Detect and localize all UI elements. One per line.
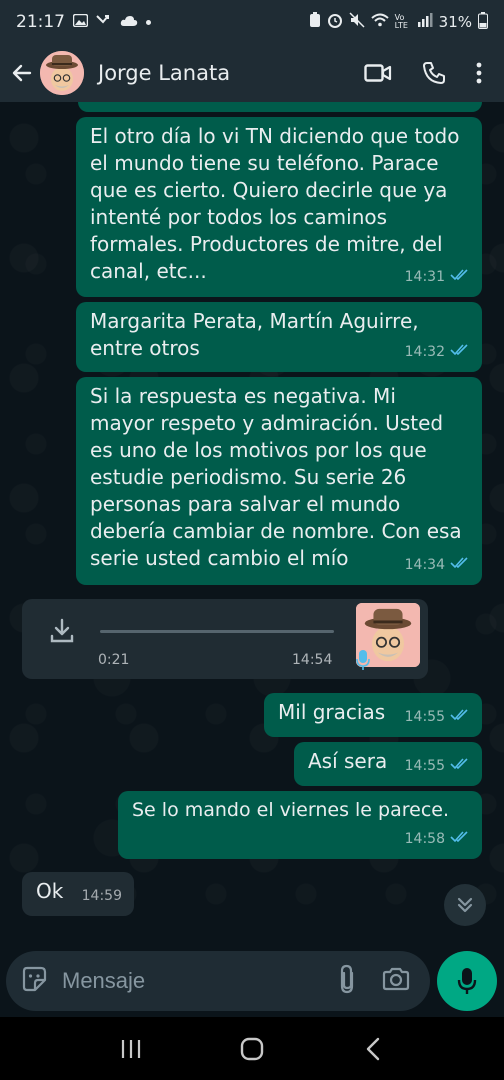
- message-time: 14:31: [404, 269, 445, 285]
- missed-call-icon: [96, 12, 112, 32]
- read-ticks-icon: [450, 753, 470, 780]
- more-vert-icon[interactable]: [476, 62, 482, 84]
- message-bubble-outgoing[interactable]: Mil gracias 14:55: [264, 693, 482, 737]
- wifi-icon: [370, 13, 389, 31]
- status-bar: 21:17 Vo LTE 31%: [0, 0, 504, 44]
- message-time: 14:55: [404, 709, 445, 725]
- message-time: 14:54: [292, 652, 333, 668]
- volte-label: Vo LTE: [394, 13, 408, 30]
- notification-dot-icon: [146, 19, 151, 25]
- system-nav-bar: [0, 1017, 504, 1080]
- message-composer: [0, 947, 504, 1017]
- double-chevron-down-icon: [457, 897, 473, 913]
- home-icon[interactable]: [232, 1029, 272, 1069]
- mute-icon: [349, 12, 365, 32]
- message-input[interactable]: [62, 968, 292, 994]
- back-icon[interactable]: [353, 1029, 393, 1069]
- battery-saver-icon: [309, 12, 321, 32]
- message-input-container[interactable]: [6, 951, 430, 1011]
- message-bubble-outgoing[interactable]: Margarita Perata, Martín Aguirre, entre …: [76, 302, 482, 372]
- cloud-icon: [120, 12, 138, 32]
- gallery-icon: [72, 12, 89, 32]
- back-arrow-icon[interactable]: [4, 44, 40, 102]
- message-text: El otro día lo vi TN diciendo que todo e…: [90, 124, 460, 283]
- sticker-icon[interactable]: [20, 965, 48, 997]
- phone-icon[interactable]: [422, 61, 446, 85]
- message-time: 14:58: [404, 831, 445, 847]
- voice-note-mic-icon: [356, 649, 370, 675]
- battery-icon: [478, 11, 488, 33]
- camera-icon[interactable]: [382, 967, 410, 995]
- read-ticks-icon: [450, 339, 470, 366]
- status-time: 21:17: [16, 12, 65, 32]
- alarm-icon: [327, 12, 343, 32]
- scroll-to-bottom-button[interactable]: [444, 884, 486, 926]
- message-bubble-incoming[interactable]: Ok 14:59: [22, 872, 134, 916]
- message-bubble-outgoing[interactable]: Si la respuesta es negativa. Mi mayor re…: [76, 377, 482, 585]
- previous-message-edge: [78, 102, 482, 112]
- audio-duration: 0:21: [98, 652, 130, 668]
- attach-icon[interactable]: [338, 964, 356, 998]
- read-ticks-icon: [450, 826, 470, 853]
- audio-progress-track[interactable]: [100, 630, 334, 633]
- message-time: 14:34: [404, 557, 445, 573]
- video-call-icon[interactable]: [364, 62, 392, 84]
- message-bubble-outgoing[interactable]: El otro día lo vi TN diciendo que todo e…: [76, 117, 482, 297]
- contact-avatar[interactable]: [40, 51, 84, 95]
- read-ticks-icon: [450, 704, 470, 731]
- message-time: 14:55: [404, 758, 445, 774]
- chat-header: Jorge Lanata: [0, 44, 504, 102]
- contact-name[interactable]: Jorge Lanata: [98, 61, 230, 85]
- read-ticks-icon: [450, 264, 470, 291]
- message-text: Si la respuesta es negativa. Mi mayor re…: [90, 384, 462, 570]
- download-icon[interactable]: [48, 617, 76, 649]
- message-bubble-outgoing[interactable]: Se lo mando el viernes le parece. 14:58: [118, 791, 482, 859]
- signal-icon: [417, 13, 433, 31]
- voice-record-button[interactable]: [437, 951, 497, 1011]
- message-time: 14:32: [404, 344, 445, 360]
- battery-percent: 31%: [438, 13, 472, 31]
- message-text: Se lo mando el viernes le parece.: [132, 799, 449, 821]
- recents-icon[interactable]: [111, 1029, 151, 1069]
- mic-icon: [457, 968, 477, 994]
- message-bubble-outgoing[interactable]: Así sera 14:55: [294, 742, 482, 786]
- chat-area[interactable]: El otro día lo vi TN diciendo que todo e…: [0, 102, 504, 947]
- audio-message-bubble[interactable]: 0:21 14:54: [22, 599, 428, 679]
- message-time: 14:59: [81, 888, 122, 904]
- read-ticks-icon: [450, 552, 470, 579]
